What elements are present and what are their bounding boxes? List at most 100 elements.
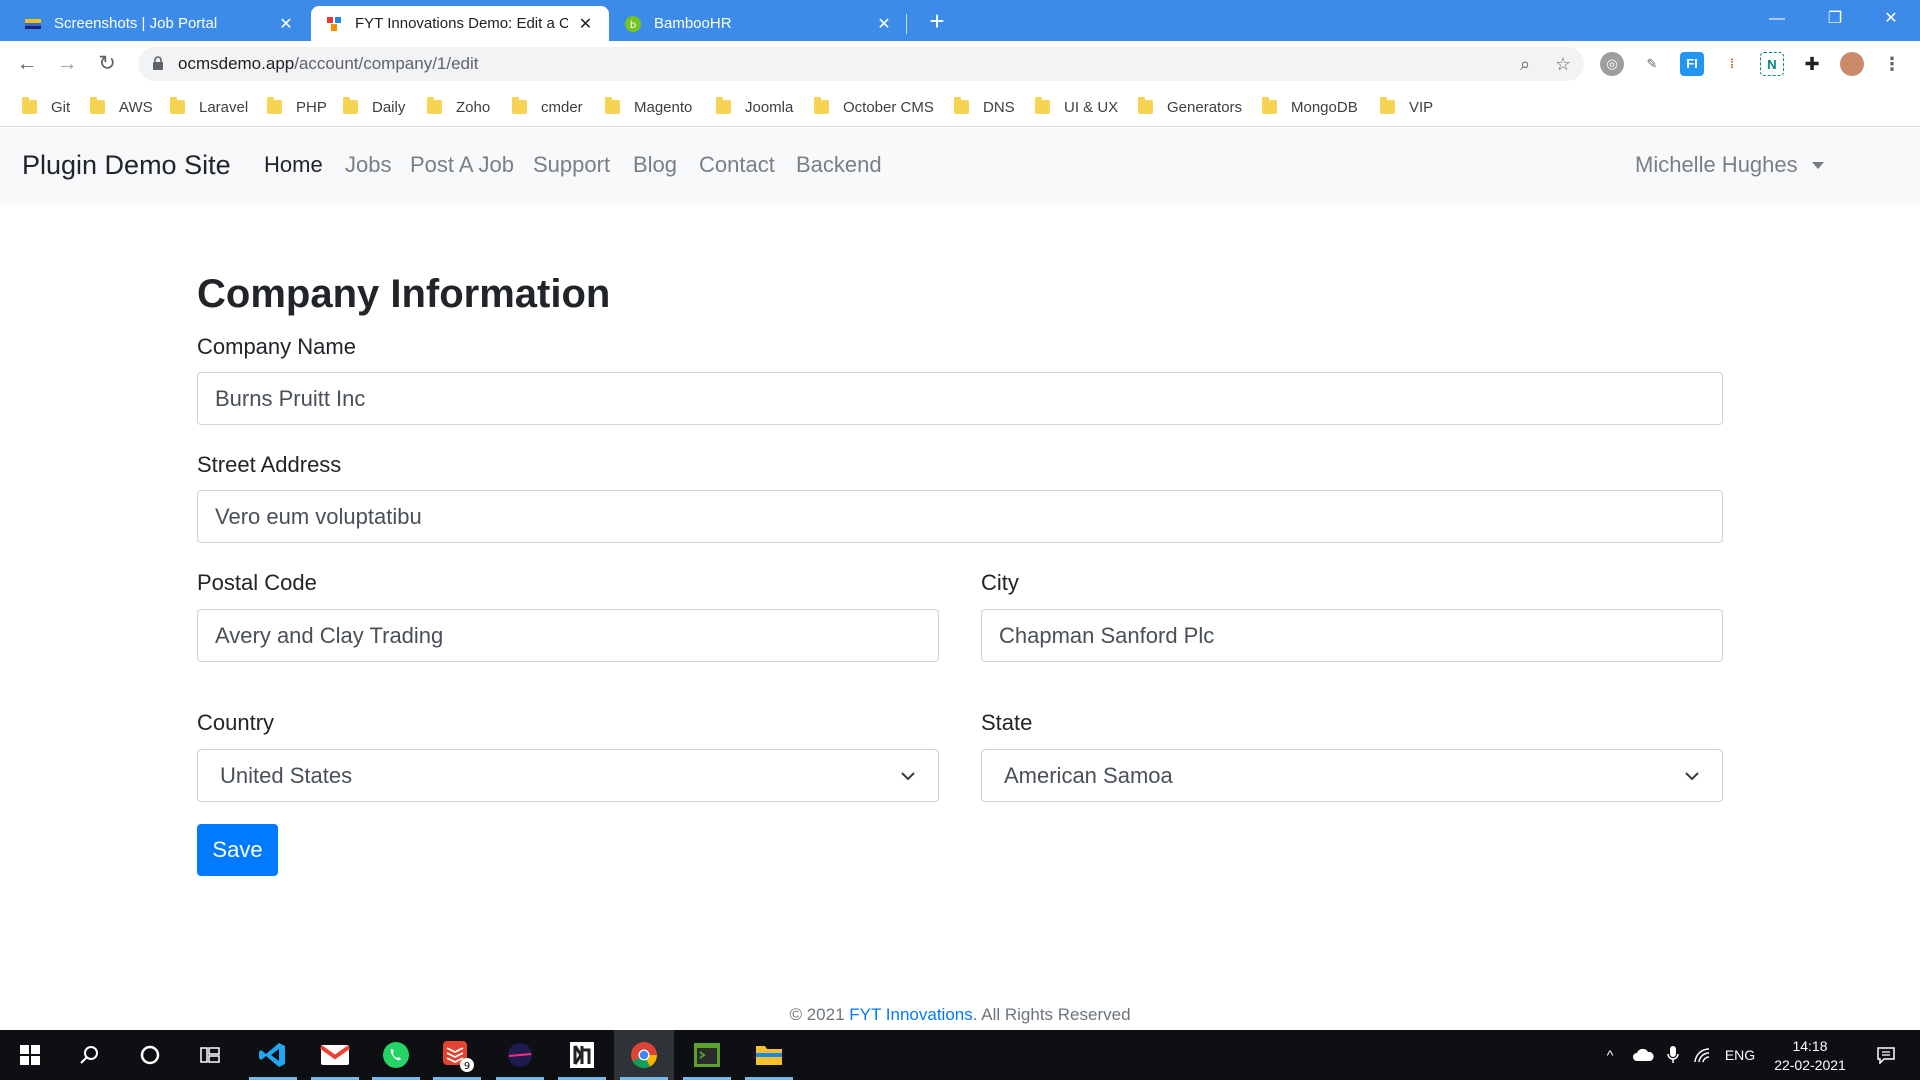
bookmark-folder[interactable]: Zoho (427, 95, 490, 119)
folder-icon (90, 97, 105, 114)
bookmark-folder[interactable]: cmder (512, 95, 583, 119)
terminal-icon[interactable] (677, 1030, 737, 1080)
bookmark-folder[interactable]: PHP (267, 95, 327, 119)
bookmark-folder[interactable]: Laravel (170, 95, 248, 119)
close-window-button[interactable]: ✕ (1862, 0, 1920, 41)
bookmark-label: UI & UX (1064, 98, 1119, 116)
bookmark-folder[interactable]: Generators (1138, 95, 1242, 119)
bookmark-label: cmder (541, 98, 583, 116)
caret-down-icon (1811, 161, 1824, 169)
street-address-input[interactable] (197, 490, 1723, 543)
address-bar[interactable]: ocmsdemo.app/account/company/1/edit ⌕ ☆ (138, 47, 1584, 81)
bookmark-label: Joomla (745, 98, 794, 116)
app-icon[interactable] (552, 1030, 612, 1080)
state-select[interactable]: American Samoa (981, 749, 1723, 802)
zoom-icon[interactable]: ⌕ (1514, 53, 1536, 75)
chrome-icon[interactable] (614, 1030, 674, 1080)
user-menu-dropdown[interactable]: Michelle Hughes (1635, 152, 1824, 178)
bookmark-folder[interactable]: VIP (1380, 95, 1433, 119)
bookmark-folder[interactable]: AWS (90, 95, 153, 119)
extension-icon[interactable]: ◎ (1600, 52, 1624, 76)
clock-time: 14:18 (1792, 1038, 1828, 1054)
bookmark-folder[interactable]: DNS (954, 95, 1015, 119)
nav-link-jobs[interactable]: Jobs (345, 152, 391, 178)
tab-bamboohr[interactable]: b BambooHR ✕ (610, 6, 908, 41)
browser-tab-strip: Screenshots | Job Portal ✕ FYT Innovatio… (0, 0, 1920, 41)
site-navbar: Plugin Demo Site Home Jobs Post A Job Su… (0, 128, 1920, 205)
microphone-icon[interactable] (1660, 1030, 1686, 1080)
company-name-input[interactable] (197, 372, 1723, 425)
profile-avatar[interactable] (1840, 52, 1864, 76)
start-icon[interactable] (0, 1030, 60, 1080)
new-tab-button[interactable]: + (922, 6, 952, 36)
bookmark-label: PHP (296, 98, 327, 116)
taskbar-clock[interactable]: 14:18 22-02-2021 (1760, 1037, 1860, 1075)
more-menu-icon[interactable]: ⋮ (1880, 52, 1904, 76)
extensions-puzzle-icon[interactable]: ✚ (1800, 52, 1824, 76)
user-name: Michelle Hughes (1635, 152, 1798, 177)
bookmark-folder[interactable]: Daily (343, 95, 405, 119)
nav-link-support[interactable]: Support (533, 152, 610, 178)
bookmark-folder[interactable]: October CMS (814, 95, 934, 119)
tab-screenshots-job-portal[interactable]: Screenshots | Job Portal ✕ (0, 6, 310, 41)
browser-toolbar: ← → ↻ ocmsdemo.app/account/company/1/edi… (0, 41, 1920, 87)
folder-icon (716, 97, 731, 114)
notifications-icon[interactable] (1866, 1030, 1906, 1080)
fi-extension-icon[interactable]: FI (1680, 52, 1704, 76)
n-extension-icon[interactable]: N (1760, 52, 1784, 76)
folder-icon (605, 97, 620, 114)
nav-link-blog[interactable]: Blog (633, 152, 677, 178)
reload-icon[interactable]: ↻ (92, 49, 122, 79)
country-select[interactable]: United States (197, 749, 939, 802)
back-arrow-icon[interactable]: ← (12, 49, 42, 79)
vscode-icon[interactable] (243, 1030, 303, 1080)
close-icon[interactable]: ✕ (874, 14, 894, 34)
bookmark-folder[interactable]: Magento (605, 95, 692, 119)
tab-fyt-innovations-demo[interactable]: FYT Innovations Demo: Edit a Co ✕ (311, 6, 609, 41)
language-indicator[interactable]: ENG (1720, 1030, 1760, 1080)
folder-icon (1380, 97, 1395, 114)
tab-title: FYT Innovations Demo: Edit a Co (355, 15, 568, 32)
toggl-extension-icon[interactable]: ⦙ (1720, 52, 1744, 76)
clock-date: 22-02-2021 (1774, 1057, 1846, 1073)
forward-arrow-icon[interactable]: → (52, 49, 82, 79)
close-icon[interactable]: ✕ (276, 14, 296, 34)
chevron-up-icon[interactable]: ^ (1598, 1030, 1622, 1080)
bookmark-folder[interactable]: Joomla (716, 95, 793, 119)
tab-title: BambooHR (654, 15, 732, 32)
city-input[interactable] (981, 609, 1723, 662)
windows-taskbar: 9 ^ ENG 14:18 22-02-2021 (0, 1030, 1920, 1080)
save-button[interactable]: Save (197, 824, 278, 876)
postal-code-input[interactable] (197, 609, 939, 662)
minimize-window-button[interactable]: — (1748, 0, 1806, 41)
whatsapp-icon[interactable] (366, 1030, 426, 1080)
street-address-label: Street Address (197, 452, 342, 477)
close-icon[interactable]: ✕ (576, 14, 595, 34)
app-icon[interactable] (490, 1030, 550, 1080)
cortana-icon[interactable] (120, 1030, 180, 1080)
gmail-icon[interactable] (305, 1030, 365, 1080)
task-view-icon[interactable] (180, 1030, 240, 1080)
nav-link-home[interactable]: Home (264, 152, 323, 178)
onedrive-cloud-icon[interactable] (1628, 1030, 1658, 1080)
bookmark-star-icon[interactable]: ☆ (1552, 53, 1574, 75)
bookmark-folder[interactable]: MongoDB (1262, 95, 1358, 119)
nav-link-backend[interactable]: Backend (796, 152, 882, 178)
company-name-label: Company Name (197, 334, 356, 359)
search-icon[interactable] (60, 1030, 120, 1080)
file-explorer-icon[interactable] (739, 1030, 799, 1080)
color-picker-extension-icon[interactable]: ✎ (1640, 52, 1664, 76)
folder-icon (814, 97, 829, 114)
nav-link-post-a-job[interactable]: Post A Job (410, 152, 514, 178)
restore-window-button[interactable]: ❐ (1806, 0, 1864, 41)
folder-icon (170, 97, 185, 114)
bookmark-folder[interactable]: Git (22, 95, 70, 119)
wifi-icon[interactable] (1690, 1030, 1716, 1080)
footer-company-link[interactable]: FYT Innovations (849, 1005, 972, 1024)
todoist-icon[interactable]: 9 (427, 1030, 487, 1080)
bookmark-label: Daily (372, 98, 406, 116)
site-brand[interactable]: Plugin Demo Site (22, 150, 231, 181)
bookmark-folder[interactable]: UI & UX (1035, 95, 1118, 119)
lock-icon (153, 56, 163, 70)
nav-link-contact[interactable]: Contact (699, 152, 775, 178)
